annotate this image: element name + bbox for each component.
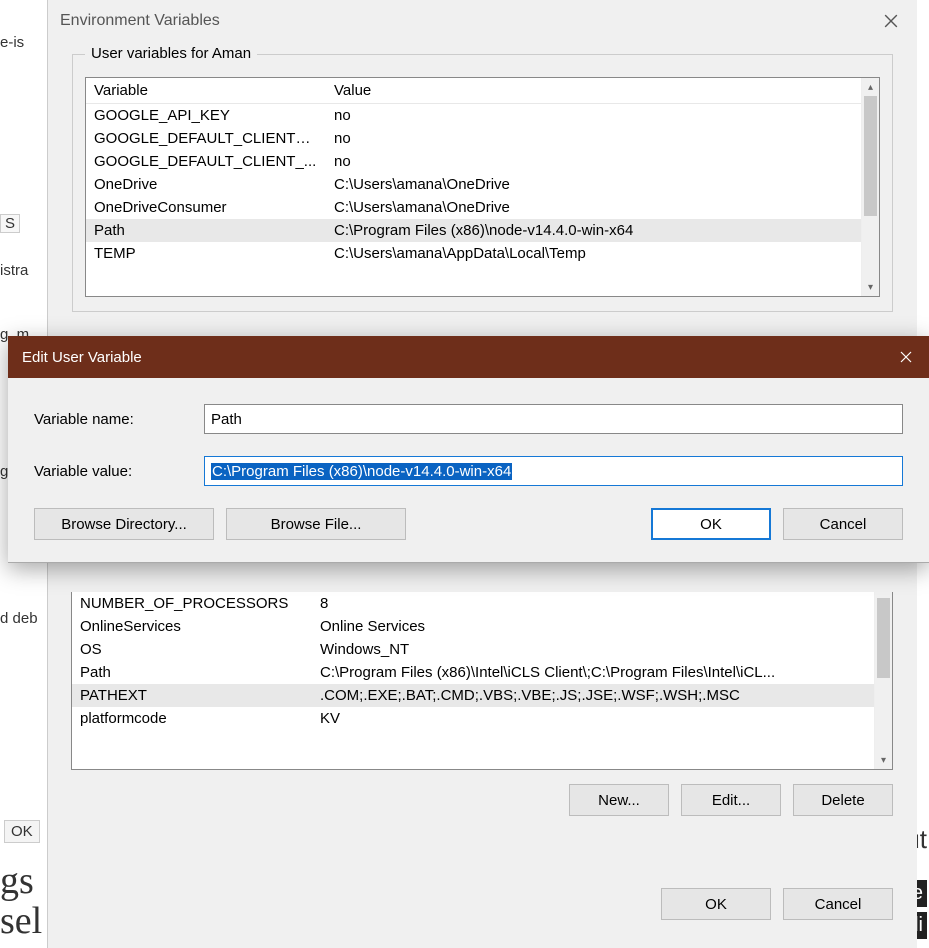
close-icon[interactable] bbox=[871, 6, 911, 36]
cancel-button[interactable]: Cancel bbox=[783, 508, 903, 540]
scrollbar[interactable]: ▴ ▾ bbox=[861, 78, 879, 296]
cell-variable: GOOGLE_DEFAULT_CLIENT_... bbox=[86, 150, 326, 173]
dialog-titlebar[interactable]: Edit User Variable bbox=[8, 336, 929, 378]
edit-user-variable-dialog: Edit User Variable Variable name: Variab… bbox=[8, 336, 929, 563]
scroll-up-icon[interactable]: ▴ bbox=[862, 78, 879, 96]
cell-value: 8 bbox=[312, 592, 874, 615]
browse-directory-button[interactable]: Browse Directory... bbox=[34, 508, 214, 540]
dialog-title: Environment Variables bbox=[48, 0, 917, 42]
bg-fragment: d deb bbox=[0, 610, 38, 627]
variable-value-selected-text: C:\Program Files (x86)\node-v14.4.0-win-… bbox=[211, 463, 512, 480]
browse-file-button[interactable]: Browse File... bbox=[226, 508, 406, 540]
edit-button[interactable]: Edit... bbox=[681, 784, 781, 816]
cell-variable: TEMP bbox=[86, 242, 326, 265]
cell-value: Windows_NT bbox=[312, 638, 874, 661]
cell-variable: OneDriveConsumer bbox=[86, 196, 326, 219]
table-row[interactable]: NUMBER_OF_PROCESSORS8 bbox=[72, 592, 874, 615]
bg-fragment: e-is bbox=[0, 34, 24, 51]
user-variables-group: User variables for Aman Variable Value G… bbox=[72, 54, 893, 312]
cell-variable: platformcode bbox=[72, 707, 312, 730]
cell-variable: OneDrive bbox=[86, 173, 326, 196]
user-variables-legend: User variables for Aman bbox=[85, 45, 257, 62]
column-header-value[interactable]: Value bbox=[326, 78, 861, 104]
cell-variable: Path bbox=[86, 219, 326, 242]
cell-value: C:\Users\amana\OneDrive bbox=[326, 196, 861, 219]
cell-variable: GOOGLE_DEFAULT_CLIENT_ID bbox=[86, 127, 326, 150]
cell-variable: Path bbox=[72, 661, 312, 684]
scroll-thumb[interactable] bbox=[864, 96, 877, 216]
table-row[interactable]: TEMPC:\Users\amana\AppData\Local\Temp bbox=[86, 242, 861, 265]
table-row[interactable]: PathC:\Program Files (x86)\node-v14.4.0-… bbox=[86, 219, 861, 242]
cell-value: .COM;.EXE;.BAT;.CMD;.VBS;.VBE;.JS;.JSE;.… bbox=[312, 684, 874, 707]
ok-button[interactable]: OK bbox=[651, 508, 771, 540]
dialog-title-text: Edit User Variable bbox=[22, 349, 142, 366]
cell-value: C:\Program Files (x86)\node-v14.4.0-win-… bbox=[326, 219, 861, 242]
scroll-thumb[interactable] bbox=[877, 598, 890, 678]
cell-value: no bbox=[326, 127, 861, 150]
table-row[interactable]: OneDriveC:\Users\amana\OneDrive bbox=[86, 173, 861, 196]
cell-value: C:\Program Files (x86)\Intel\iCLS Client… bbox=[312, 661, 874, 684]
table-row[interactable]: GOOGLE_DEFAULT_CLIENT_...no bbox=[86, 150, 861, 173]
table-row[interactable]: GOOGLE_API_KEYno bbox=[86, 104, 861, 128]
bg-large-fragment: sel bbox=[0, 902, 42, 942]
table-row[interactable]: GOOGLE_DEFAULT_CLIENT_IDno bbox=[86, 127, 861, 150]
system-variables-list[interactable]: NUMBER_OF_PROCESSORS8OnlineServicesOnlin… bbox=[71, 592, 893, 770]
cell-value: C:\Users\amana\OneDrive bbox=[326, 173, 861, 196]
table-row[interactable]: PATHEXT.COM;.EXE;.BAT;.CMD;.VBS;.VBE;.JS… bbox=[72, 684, 874, 707]
cell-value: Online Services bbox=[312, 615, 874, 638]
scroll-down-icon[interactable]: ▾ bbox=[862, 278, 879, 296]
bg-tab-fragment: S bbox=[0, 214, 20, 233]
delete-button[interactable]: Delete bbox=[793, 784, 893, 816]
cell-value: no bbox=[326, 104, 861, 128]
system-variables-group: NUMBER_OF_PROCESSORS8OnlineServicesOnlin… bbox=[71, 592, 893, 816]
cell-variable: OnlineServices bbox=[72, 615, 312, 638]
table-row[interactable]: OneDriveConsumerC:\Users\amana\OneDrive bbox=[86, 196, 861, 219]
variable-name-input[interactable] bbox=[204, 404, 903, 434]
table-row[interactable]: OSWindows_NT bbox=[72, 638, 874, 661]
ok-button[interactable]: OK bbox=[661, 888, 771, 920]
column-header-variable[interactable]: Variable bbox=[86, 78, 326, 104]
bg-fragment: istra bbox=[0, 262, 28, 279]
table-row[interactable]: platformcodeKV bbox=[72, 707, 874, 730]
dialog-title-text: Environment Variables bbox=[60, 12, 220, 29]
table-row[interactable]: OnlineServicesOnline Services bbox=[72, 615, 874, 638]
cell-variable: NUMBER_OF_PROCESSORS bbox=[72, 592, 312, 615]
variable-value-input[interactable]: C:\Program Files (x86)\node-v14.4.0-win-… bbox=[204, 456, 903, 486]
scroll-down-icon[interactable]: ▾ bbox=[875, 751, 892, 769]
user-variables-list[interactable]: Variable Value GOOGLE_API_KEYnoGOOGLE_DE… bbox=[85, 77, 880, 297]
cancel-button[interactable]: Cancel bbox=[783, 888, 893, 920]
bg-ok-fragment: OK bbox=[4, 820, 40, 843]
variable-name-label: Variable name: bbox=[34, 411, 204, 428]
close-icon[interactable] bbox=[883, 336, 929, 378]
new-button[interactable]: New... bbox=[569, 784, 669, 816]
bg-large-fragment: gs bbox=[0, 862, 34, 902]
variable-value-label: Variable value: bbox=[34, 463, 204, 480]
dialog-footer-buttons: OK Cancel bbox=[71, 888, 893, 920]
cell-value: C:\Users\amana\AppData\Local\Temp bbox=[326, 242, 861, 265]
table-row[interactable]: PathC:\Program Files (x86)\Intel\iCLS Cl… bbox=[72, 661, 874, 684]
cell-value: KV bbox=[312, 707, 874, 730]
scrollbar[interactable]: ▾ bbox=[874, 592, 892, 769]
cell-value: no bbox=[326, 150, 861, 173]
cell-variable: OS bbox=[72, 638, 312, 661]
cell-variable: PATHEXT bbox=[72, 684, 312, 707]
cell-variable: GOOGLE_API_KEY bbox=[86, 104, 326, 128]
